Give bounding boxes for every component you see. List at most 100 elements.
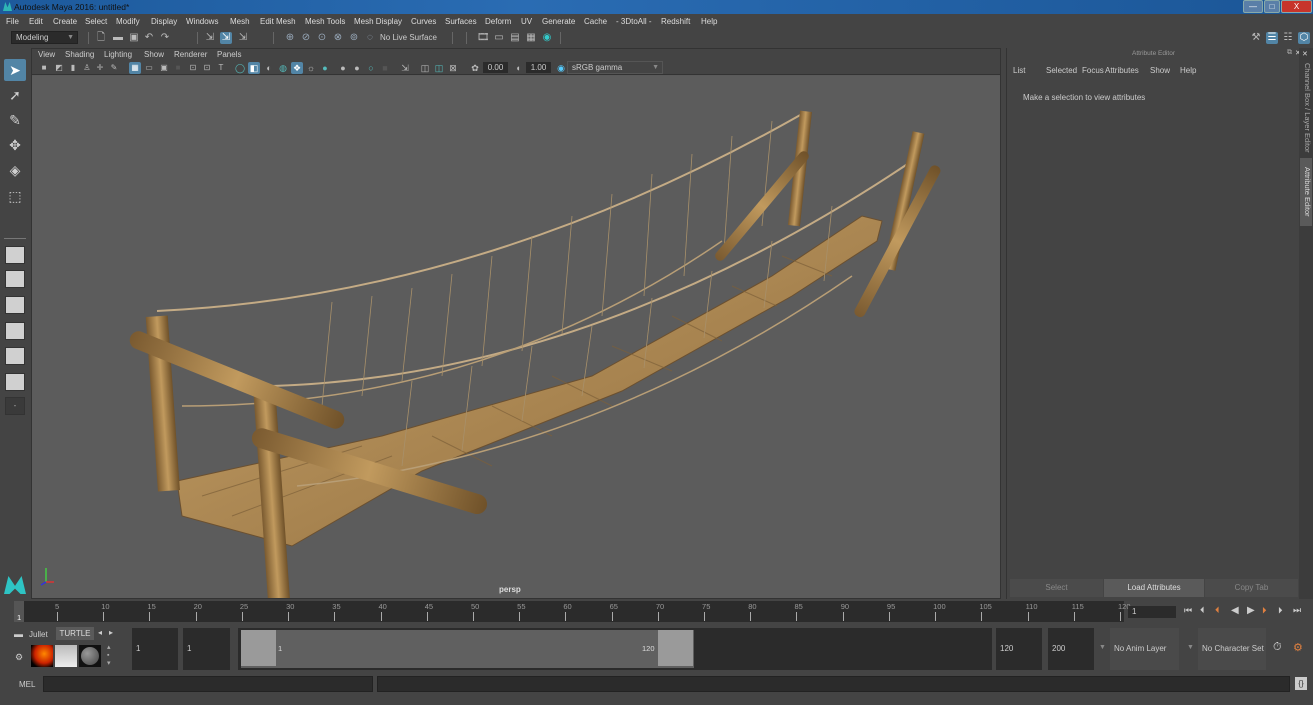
- current-frame-field[interactable]: 1: [1128, 606, 1176, 618]
- depth-of-field-icon[interactable]: ○: [365, 62, 377, 74]
- film-gate-icon[interactable]: ▭: [143, 62, 155, 74]
- menu-modify[interactable]: Modify: [116, 17, 140, 26]
- maximize-button[interactable]: □: [1264, 0, 1280, 13]
- select-components-icon[interactable]: ⇲: [237, 32, 249, 44]
- motion-blur-icon[interactable]: ●: [337, 62, 349, 74]
- shelf-scroll-icon[interactable]: ▴ ▪ ▾: [107, 644, 111, 668]
- shelf-scroll-right-icon[interactable]: ▸: [109, 628, 113, 637]
- shadows-icon[interactable]: ☼: [305, 62, 317, 74]
- menu-set-dropdown[interactable]: Modeling ▼: [11, 31, 78, 44]
- playback-start-field[interactable]: 1: [183, 628, 230, 670]
- step-back-frame-button[interactable]: ⏴: [1200, 605, 1205, 616]
- menu-3dtoall[interactable]: - 3DtoAll -: [616, 17, 652, 26]
- backface-culling-icon[interactable]: ⊠: [447, 62, 459, 74]
- menu-mesh[interactable]: Mesh: [230, 17, 250, 26]
- grease-pencil-icon[interactable]: ✎: [108, 62, 120, 74]
- menu-mesh-tools[interactable]: Mesh Tools: [305, 17, 345, 26]
- 2d-pan-zoom-icon[interactable]: ✛: [94, 62, 106, 74]
- script-language-toggle[interactable]: MEL: [19, 680, 35, 689]
- menu-surfaces[interactable]: Surfaces: [445, 17, 477, 26]
- range-max-handle[interactable]: [658, 630, 693, 666]
- vp-menu-shading[interactable]: Shading: [65, 50, 94, 59]
- render-frame-icon[interactable]: 🎞: [477, 32, 490, 44]
- copy-tab-button[interactable]: Copy Tab: [1205, 579, 1298, 597]
- attr-menu-help[interactable]: Help: [1180, 66, 1196, 75]
- shelf-tab-turtle[interactable]: TURTLE: [56, 627, 94, 640]
- field-chart-icon[interactable]: ⊡: [187, 62, 199, 74]
- close-icon[interactable]: ✕: [1302, 50, 1308, 58]
- vp-menu-renderer[interactable]: Renderer: [174, 50, 207, 59]
- hypershade-layout-button[interactable]: [5, 347, 25, 365]
- menu-cache[interactable]: Cache: [584, 17, 607, 26]
- menu-deform[interactable]: Deform: [485, 17, 511, 26]
- attr-menu-selected[interactable]: Selected: [1046, 66, 1077, 75]
- grid-icon[interactable]: ▦: [129, 62, 141, 74]
- go-to-start-button[interactable]: ⏮: [1184, 605, 1192, 616]
- camera-attributes-icon[interactable]: ◩: [53, 62, 65, 74]
- select-button[interactable]: Select: [1010, 579, 1103, 597]
- float-panel-icon[interactable]: ⧉: [1287, 49, 1292, 57]
- load-attributes-button[interactable]: Load Attributes: [1104, 579, 1204, 597]
- chevron-down-icon[interactable]: ▼: [1099, 644, 1106, 651]
- isolate-select-icon[interactable]: ■: [379, 62, 391, 74]
- smooth-shade-icon[interactable]: ◧: [248, 62, 260, 74]
- four-view-layout-button[interactable]: [5, 270, 25, 288]
- bookmark-icon[interactable]: ▮: [67, 62, 79, 74]
- animation-end-field[interactable]: 200: [1048, 628, 1094, 670]
- wireframe-icon[interactable]: ◯: [234, 62, 246, 74]
- menu-select[interactable]: Select: [85, 17, 107, 26]
- image-plane-icon[interactable]: ♙: [81, 62, 93, 74]
- character-set-dropdown[interactable]: No Character Set: [1198, 628, 1266, 670]
- menu-redshift[interactable]: Redshift: [661, 17, 690, 26]
- command-input[interactable]: [43, 676, 373, 692]
- snap-grid-icon[interactable]: ⊕: [284, 32, 296, 44]
- snap-view-plane-icon[interactable]: ⊗: [332, 32, 344, 44]
- gamma-icon[interactable]: ◖: [512, 62, 524, 74]
- animation-preferences-icon[interactable]: ⚙: [1293, 641, 1303, 654]
- gamma-field[interactable]: 1.00: [526, 62, 551, 73]
- screen-space-ao-icon[interactable]: ●: [319, 62, 331, 74]
- auto-key-icon[interactable]: ⏱: [1273, 641, 1282, 654]
- shelf-tab-jullet[interactable]: Jullet: [29, 630, 48, 639]
- rotate-tool-icon[interactable]: ◈: [4, 159, 26, 181]
- select-hierarchy-icon[interactable]: ⇲: [204, 32, 216, 44]
- textured-icon[interactable]: ◍: [277, 62, 289, 74]
- script-editor-icon[interactable]: {}: [1295, 677, 1307, 690]
- playback-end-field[interactable]: 120: [996, 628, 1042, 670]
- menu-generate[interactable]: Generate: [542, 17, 575, 26]
- tab-attribute-editor[interactable]: Attribute Editor: [1300, 158, 1312, 226]
- attr-menu-attributes[interactable]: Attributes: [1105, 66, 1139, 75]
- hypershade-icon[interactable]: ▦: [525, 32, 537, 44]
- turtle-shader-icon[interactable]: [79, 645, 101, 667]
- tab-channel-box-layer-editor[interactable]: Channel Box / Layer Editor: [1300, 60, 1312, 155]
- select-objects-icon[interactable]: ⇲: [220, 32, 232, 44]
- range-min-handle[interactable]: [241, 630, 276, 666]
- menu-create[interactable]: Create: [53, 17, 77, 26]
- 3d-viewport[interactable]: persp: [32, 76, 1000, 598]
- tool-settings-icon[interactable]: ☷: [1282, 32, 1294, 44]
- modeling-toolkit-icon[interactable]: ⚒: [1250, 32, 1262, 44]
- turtle-bake-icon[interactable]: [31, 645, 53, 667]
- time-slider-track[interactable]: 1 5 10 15 20 25 30 35 40 45 50 55 60 65 70 75 80 85 90 95 1…: [14, 601, 1131, 622]
- attr-menu-focus[interactable]: Focus: [1082, 66, 1104, 75]
- xray-joints-icon[interactable]: ◫: [419, 62, 431, 74]
- custom-layout-button[interactable]: -: [5, 397, 25, 415]
- step-forward-key-button[interactable]: ⏵: [1262, 605, 1267, 616]
- menu-windows[interactable]: Windows: [186, 17, 218, 26]
- persp-uv-layout-button[interactable]: [5, 373, 25, 391]
- close-button[interactable]: X: [1281, 0, 1312, 13]
- vp-menu-lighting[interactable]: Lighting: [104, 50, 132, 59]
- move-tool-icon[interactable]: ✥: [4, 134, 26, 156]
- go-to-end-button[interactable]: ⏭: [1293, 605, 1301, 616]
- single-perspective-layout-button[interactable]: [5, 246, 25, 264]
- exposure-icon[interactable]: ✿: [469, 62, 481, 74]
- menu-edit[interactable]: Edit: [29, 17, 43, 26]
- minimize-button[interactable]: —: [1243, 0, 1263, 13]
- step-back-key-button[interactable]: ⏴: [1215, 605, 1220, 616]
- snap-point-icon[interactable]: ⊙: [316, 32, 328, 44]
- resolution-gate-icon[interactable]: ▣: [158, 62, 170, 74]
- redshift-icon[interactable]: ◉: [541, 32, 553, 44]
- menu-display[interactable]: Display: [151, 17, 177, 26]
- render-settings-icon[interactable]: ▤: [509, 32, 521, 44]
- chevron-down-icon[interactable]: ▼: [1187, 644, 1194, 651]
